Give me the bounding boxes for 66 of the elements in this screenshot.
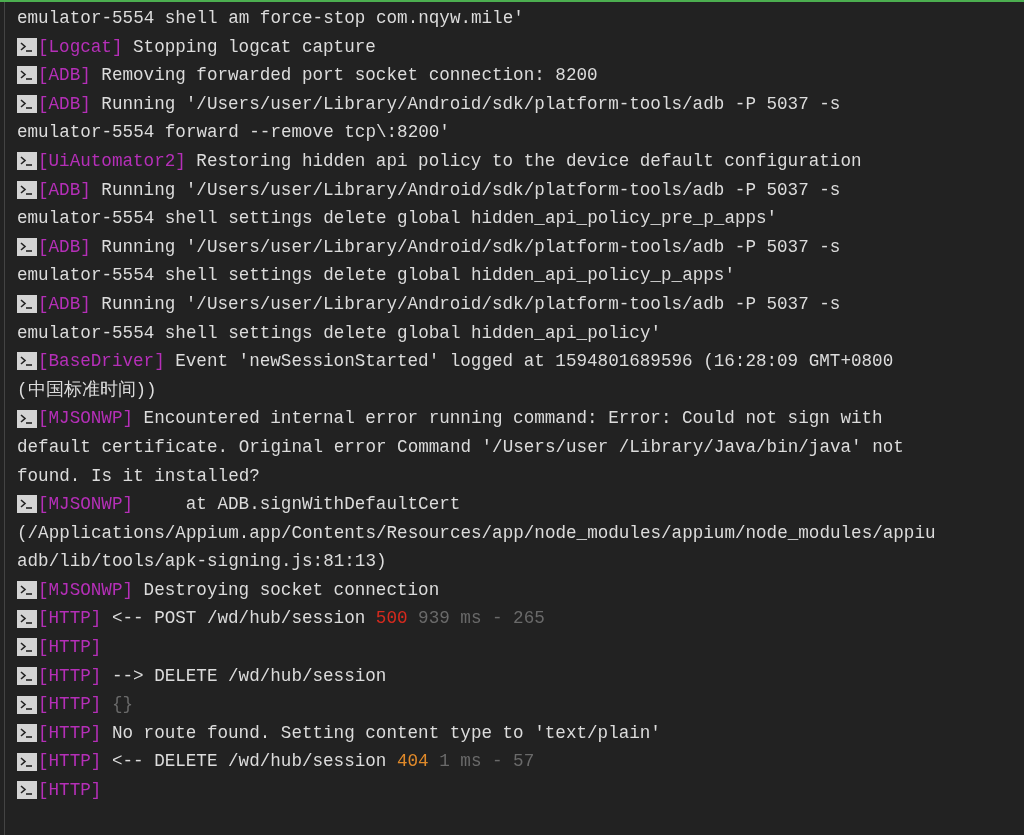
log-source-tag: [HTTP] [38,747,102,777]
log-message: <-- POST /wd/hub/session [111,607,366,631]
terminal-prompt-icon [17,666,37,685]
terminal-prompt-icon [17,752,37,771]
terminal-prompt-icon [17,638,37,657]
terminal-prompt-icon [17,495,37,514]
log-message: Removing forwarded port socket connection: 8200 [101,64,598,88]
log-source-tag: [UiAutomator2] [38,146,186,176]
terminal-prompt-icon [17,695,37,714]
terminal-prompt-icon [17,352,37,371]
log-message: Running '/Users/user/Library/Android/sdk/platform-tools/adb -P 5037 -s [101,92,841,116]
log-message: emulator-5554 shell settings delete global hidden_api_policy' [17,322,662,343]
log-message: Running '/Users/user/Library/Android/sdk/platform-tools/adb -P 5037 -s [101,235,841,259]
terminal-prompt-icon [17,295,37,314]
log-message: emulator-5554 shell settings delete global hidden_api_policy_p_apps' [17,265,735,286]
log-source-tag: [HTTP] [38,718,102,748]
terminal-prompt-icon [17,409,37,428]
log-message: at ADB.signWithDefaultCert [184,493,461,517]
log-source-tag: [MJSONWP] [38,404,134,433]
log-source-tag: [HTTP] [38,661,102,691]
log-source-tag: [ADB] [38,61,91,90]
log-source-tag: [HTTP] [38,690,102,719]
log-message: default certificate. Original error Command '/Users/user /Library/Java/bin/java' not [17,436,904,457]
log-source-tag: [ADB] [38,175,91,205]
log-source-tag: [MJSONWP] [38,575,134,605]
terminal-prompt-icon [17,581,37,600]
log-message: emulator-5554 shell am force-stop com.nqyw.mile' [17,8,524,28]
response-detail: 1 ms - 57 [439,750,535,774]
log-source-tag: [Logcat] [38,32,123,62]
log-source-tag: [HTTP] [38,633,102,662]
log-message: (中国标准时间)) [17,379,157,400]
log-message: <-- DELETE /wd/hub/session [111,750,387,774]
terminal-prompt-icon [17,180,37,199]
log-source-tag: [MJSONWP] [38,490,134,519]
terminal-prompt-icon [17,37,37,56]
log-message: emulator-5554 forward --remove tcp\:8200' [17,122,450,143]
status-code: 404 [396,750,429,774]
log-source-tag: [ADB] [38,232,91,262]
response-detail: 939 ms - 265 [418,607,545,631]
log-message: emulator-5554 shell settings delete global hidden_api_policy_pre_p_apps' [17,208,778,229]
terminal-prompt-icon [17,152,37,171]
log-source-tag: [HTTP] [38,604,102,634]
log-message: found. Is it installed? [17,465,260,486]
log-message: Stopping logcat capture [133,35,376,59]
terminal-prompt-icon [17,238,37,257]
log-source-tag: [ADB] [38,289,91,319]
terminal-prompt-icon [17,66,37,85]
log-message: Destroying socket connection [143,578,440,602]
log-message: adb/lib/tools/apk-signing.js:81:13) [17,551,387,572]
log-message: --> DELETE /wd/hub/session [111,664,387,688]
terminal-prompt-icon [17,724,37,743]
terminal-prompt-icon [17,95,37,114]
response-detail: {} [111,693,134,717]
log-message: Encountered internal error running command: Error: Could not sign with [143,407,883,431]
log-message: Running '/Users/user/Library/Android/sdk/platform-tools/adb -P 5037 -s [101,292,841,316]
terminal-prompt-icon [17,609,37,628]
terminal-prompt-icon [17,781,37,800]
log-source-tag: [HTTP] [38,776,102,805]
log-message: No route found. Setting content type to 'text/plain' [111,721,661,745]
log-message: Running '/Users/user/Library/Android/sdk/platform-tools/adb -P 5037 -s [101,178,841,202]
log-message: (/Applications/Appium.app/Contents/Resources/app/node_modules/appium/node_modules/appiu [17,522,936,543]
log-source-tag: [BaseDriver] [38,347,165,376]
log-message: Restoring hidden api policy to the device default configuration [196,149,862,173]
status-code: 500 [375,607,408,631]
log-message: Event 'newSessionStarted' logged at 1594801689596 (16:28:09 GMT+0800 [175,350,894,374]
log-source-tag: [ADB] [38,89,91,119]
